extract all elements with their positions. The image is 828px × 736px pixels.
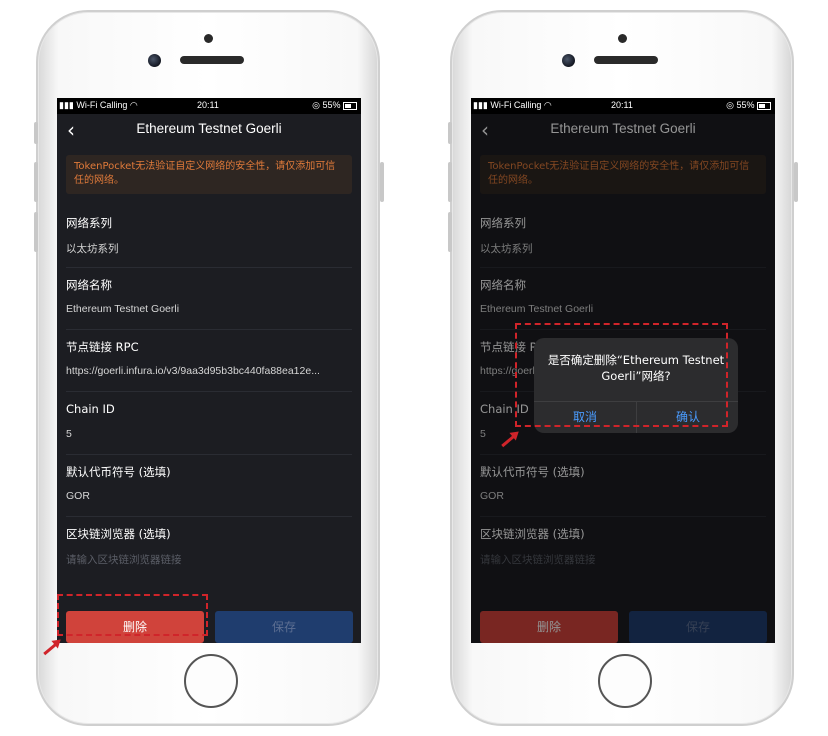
field-value[interactable]: GOR bbox=[66, 490, 352, 502]
field-network-series[interactable]: 网络系列 以太坊系列 bbox=[66, 205, 352, 268]
screen: ▮▮▮ Wi-Fi Calling ◠ 20:11 ◎ 55% ‹ Ethere… bbox=[57, 98, 361, 643]
field-value[interactable]: Ethereum Testnet Goerli bbox=[66, 303, 352, 315]
save-button[interactable]: 保存 bbox=[215, 611, 353, 643]
nav-bar: ‹ Ethereum Testnet Goerli bbox=[57, 114, 361, 144]
clock: 20:11 bbox=[611, 100, 633, 110]
carrier-label: ▮▮▮ Wi-Fi Calling ◠ bbox=[473, 100, 552, 110]
status-bar: ▮▮▮ Wi-Fi Calling ◠ 20:11 ◎ 55% bbox=[471, 98, 775, 114]
field-chain-id[interactable]: Chain ID 5 bbox=[66, 392, 352, 455]
field-label: 区块链浏览器 (选填) bbox=[66, 527, 171, 541]
sensor-dot bbox=[618, 34, 627, 43]
home-button[interactable] bbox=[598, 654, 652, 708]
volume-up-button bbox=[34, 162, 38, 202]
security-warning: TokenPocket无法验证自定义网络的安全性，请仅添加可信任的网络。 bbox=[66, 155, 352, 194]
highlight-box-dialog bbox=[515, 323, 728, 427]
field-value: 以太坊系列 bbox=[66, 243, 119, 255]
field-label: 默认代币符号 (选填) bbox=[66, 465, 171, 479]
battery-indicator: ◎ 55% bbox=[312, 100, 357, 111]
volume-down-button bbox=[34, 212, 38, 252]
volume-down-button bbox=[448, 212, 452, 252]
field-token-symbol[interactable]: 默认代币符号 (选填) GOR bbox=[66, 454, 352, 517]
field-rpc-url[interactable]: 节点链接 RPC https://goerli.infura.io/v3/9aa… bbox=[66, 329, 352, 392]
volume-up-button bbox=[448, 162, 452, 202]
page-title: Ethereum Testnet Goerli bbox=[136, 121, 282, 136]
field-block-explorer[interactable]: 区块链浏览器 (选填) 请输入区块链浏览器链接 bbox=[66, 516, 352, 578]
field-value[interactable]: https://goerli.infura.io/v3/9aa3d95b3bc4… bbox=[66, 365, 352, 377]
mute-switch bbox=[34, 122, 38, 144]
field-label: 网络系列 bbox=[66, 216, 112, 230]
highlight-box-delete bbox=[57, 594, 208, 636]
carrier-label: ▮▮▮ Wi-Fi Calling ◠ bbox=[59, 100, 138, 110]
field-label: 节点链接 RPC bbox=[66, 340, 139, 354]
battery-indicator: ◎ 55% bbox=[726, 100, 771, 111]
warning-text: TokenPocket无法验证自定义网络的安全性，请仅添加可信任的网络。 bbox=[74, 161, 336, 186]
field-placeholder[interactable]: 请输入区块链浏览器链接 bbox=[66, 552, 352, 567]
home-button[interactable] bbox=[184, 654, 238, 708]
power-button bbox=[794, 162, 798, 202]
front-camera bbox=[148, 54, 161, 67]
sensor-dot bbox=[204, 34, 213, 43]
mute-switch bbox=[448, 122, 452, 144]
earpiece-speaker bbox=[594, 56, 658, 64]
clock: 20:11 bbox=[197, 100, 219, 110]
field-label: 网络名称 bbox=[66, 278, 112, 292]
battery-icon bbox=[343, 101, 357, 110]
field-label: Chain ID bbox=[66, 402, 115, 416]
earpiece-speaker bbox=[180, 56, 244, 64]
power-button bbox=[380, 162, 384, 202]
field-value[interactable]: 5 bbox=[66, 428, 352, 440]
front-camera bbox=[562, 54, 575, 67]
field-network-name[interactable]: 网络名称 Ethereum Testnet Goerli bbox=[66, 267, 352, 330]
battery-icon bbox=[757, 101, 771, 110]
status-bar: ▮▮▮ Wi-Fi Calling ◠ 20:11 ◎ 55% bbox=[57, 98, 361, 114]
